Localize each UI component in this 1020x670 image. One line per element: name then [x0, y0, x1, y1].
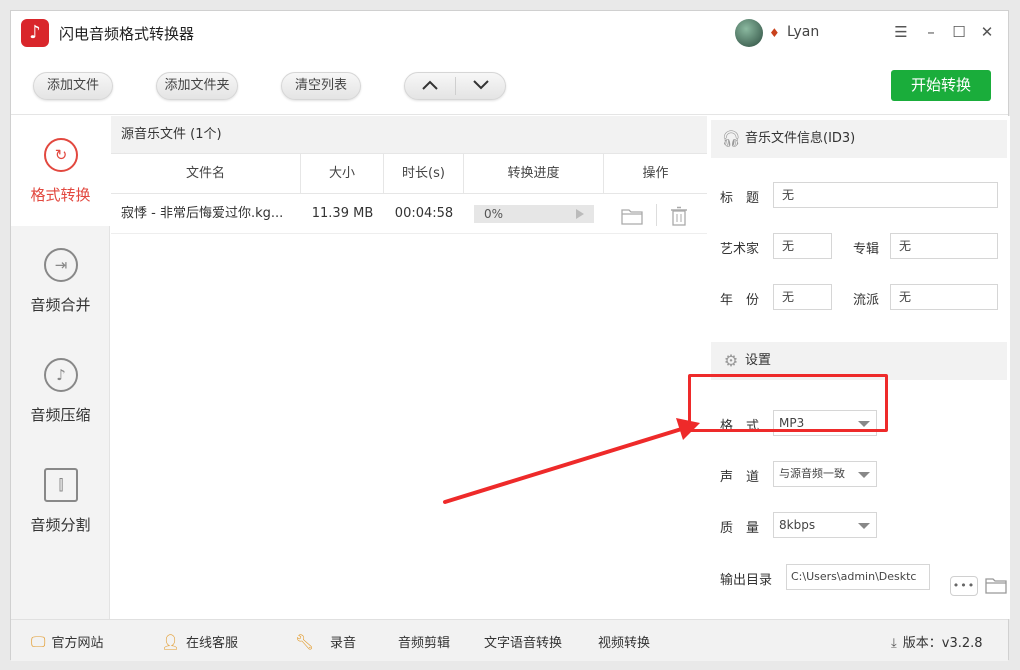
annotation-arrow — [443, 418, 700, 504]
